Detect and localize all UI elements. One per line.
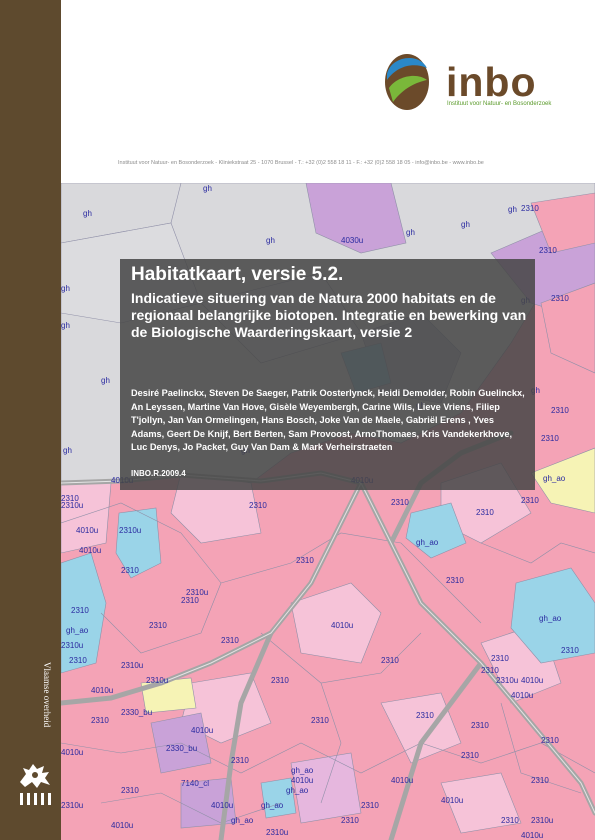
map-label: gh_ao [286, 786, 309, 795]
sidebar-band: Vlaamse overheid [0, 0, 61, 840]
map-label: gh [266, 236, 275, 245]
map-label: gh_ao [291, 766, 314, 775]
map-label: 4010u [91, 686, 113, 695]
map-label: 7140_cl [181, 779, 209, 788]
government-bars-icon [20, 793, 51, 805]
map-label: gh_ao [261, 801, 284, 810]
map-label: 2310 [121, 786, 139, 795]
map-label: 2310 [561, 646, 579, 655]
map-label: 4010u [391, 776, 413, 785]
map-label: 4010u [331, 621, 353, 630]
map-label: gh_ao [539, 614, 562, 623]
map-label: 2310u [531, 816, 553, 825]
map-label: 4010u [191, 726, 213, 735]
map-label: 2310u [61, 501, 83, 510]
map-label: gh [508, 205, 517, 214]
map-label: gh [61, 321, 70, 330]
logo-subtitle: Instituut voor Natuur- en Bosonderzoek [447, 101, 552, 107]
map-label: 4010u [441, 796, 463, 805]
map-label: 2310u [119, 526, 141, 535]
map-label: 2310 [231, 756, 249, 765]
map-label: 2310 [271, 676, 289, 685]
map-label: 2310u [146, 676, 168, 685]
map-label: 2310 [69, 656, 87, 665]
map-label: 2310u [61, 641, 83, 650]
map-label: gh [101, 376, 110, 385]
map-label: 2310u [121, 661, 143, 670]
map-label: 2310 [296, 556, 314, 565]
map-label: 2310 [149, 621, 167, 630]
map-label: 2310u [496, 676, 518, 685]
map-label: 2310 [476, 508, 494, 517]
contact-line: Instituut voor Natuur- en Bosonderzoek -… [118, 160, 484, 166]
report-subtitle: Indicatieve situering van de Natura 2000… [131, 290, 527, 340]
map-label: 2310 [461, 751, 479, 760]
map-label: 4010u [111, 821, 133, 830]
map-label: 2330_bu [121, 708, 152, 717]
map-label: 2310u [186, 588, 208, 597]
map-label: 4010u [211, 801, 233, 810]
map-label: 4010u [291, 776, 313, 785]
map-label: 2310 [341, 816, 359, 825]
map-label: 2310 [311, 716, 329, 725]
map-label: gh [61, 284, 70, 293]
author-list: Desiré Paelinckx, Steven De Saeger, Patr… [131, 388, 525, 452]
map-label: 2310 [121, 566, 139, 575]
map-label: 2310 [446, 576, 464, 585]
map-label: gh [83, 209, 92, 218]
report-title: Habitatkaart, versie 5.2. [131, 264, 344, 285]
map-label: 4010u [76, 526, 98, 535]
map-label: 4030u [341, 236, 363, 245]
map-label: gh [461, 220, 470, 229]
map-label: 2310 [381, 656, 399, 665]
map-label: 2310 [541, 434, 559, 443]
map-label: 2310 [416, 711, 434, 720]
map-label: 4010u [521, 676, 543, 685]
map-label: 2310 [551, 406, 569, 415]
report-number: INBO.R.2009.4 [131, 469, 186, 478]
map-label: gh [203, 184, 212, 193]
map-label: gh_ao [66, 626, 89, 635]
map-label: gh_ao [543, 474, 566, 483]
map-label: 2310 [501, 816, 519, 825]
map-label: 2310 [471, 721, 489, 730]
flemish-lion-icon [20, 764, 50, 788]
map-label: 4010u [521, 831, 543, 840]
map-label: 2330_bu [166, 744, 197, 753]
map-label: 2310 [521, 496, 539, 505]
map-label: gh [63, 446, 72, 455]
map-label: gh_ao [231, 816, 254, 825]
vlaamse-overheid-label: Vlaamse overheid [42, 662, 52, 728]
map-label: 2310 [361, 801, 379, 810]
map-label: 2310u [61, 801, 83, 810]
map-label: 2310 [249, 501, 267, 510]
map-label: 2310 [481, 666, 499, 675]
map-label: 2310 [221, 636, 239, 645]
map-label: gh [406, 228, 415, 237]
map-label: 4010u [61, 748, 83, 757]
map-label: 2310 [91, 716, 109, 725]
map-label: 2310 [71, 606, 89, 615]
map-label: 2310 [491, 654, 509, 663]
map-label: 2310 [521, 204, 539, 213]
map-label: 2310 [551, 294, 569, 303]
map-label: 2310 [181, 596, 199, 605]
map-label: 2310 [541, 736, 559, 745]
map-label: 4010u [79, 546, 101, 555]
logo-wordmark: inbo [446, 59, 537, 105]
title-panel: Habitatkaart, versie 5.2. Indicatieve si… [120, 259, 535, 490]
map-label: gh_ao [416, 538, 439, 547]
map-label: 4010u [511, 691, 533, 700]
map-label: 2310 [539, 246, 557, 255]
map-label: 2310u [266, 828, 288, 837]
map-label: 2310 [531, 776, 549, 785]
map-label: 2310 [391, 498, 409, 507]
